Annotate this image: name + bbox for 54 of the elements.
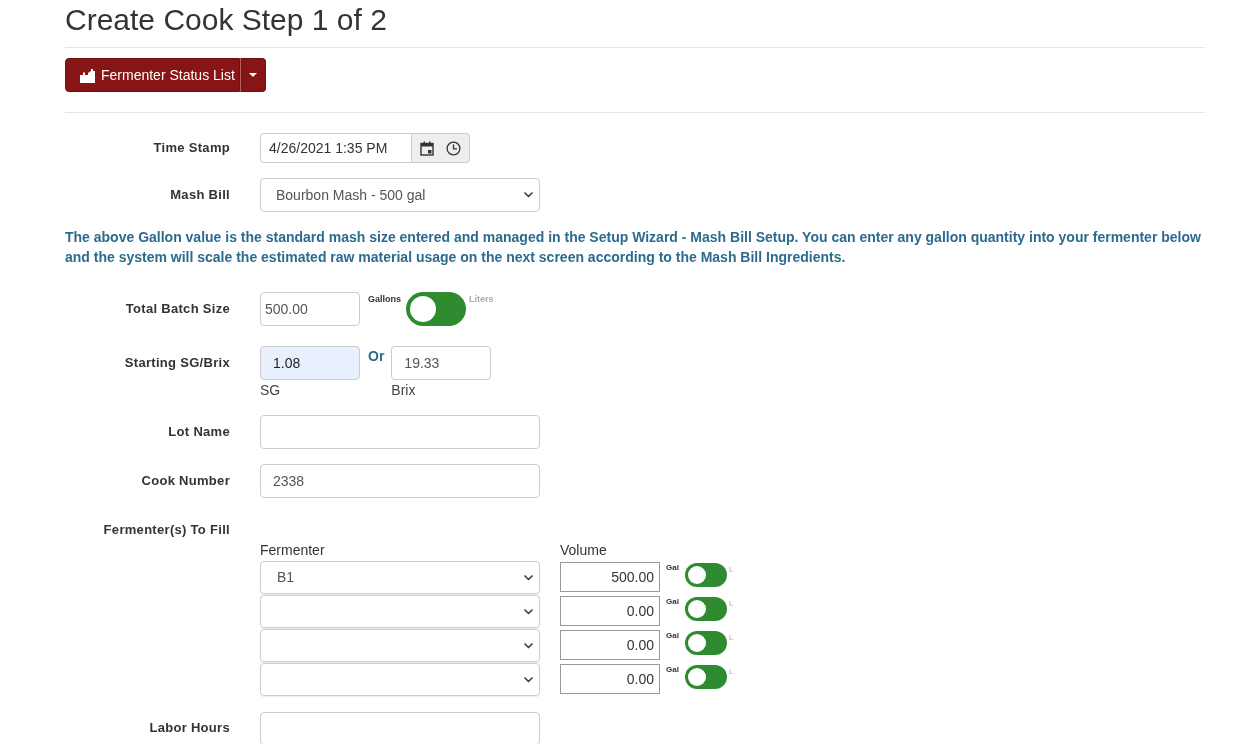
page-title: Create Cook Step 1 of 2 — [65, 2, 388, 38]
field-label: Total Batch Size — [125, 300, 230, 318]
chevron-down-icon — [524, 608, 533, 615]
field-label: Starting SG/Brix — [124, 354, 230, 372]
calendar-icon — [420, 140, 434, 156]
volume-field[interactable]: 0.00 — [560, 664, 660, 694]
field-label: Time Stamp — [153, 139, 230, 157]
info-text: The above Gallon value is the standard mash size entered and managed in the Setup Wizard - Mash Bill Setup. You can enter any gallon quantity into your fermenter below and the system will scale the estimated raw material usage on the next screen according to the Mash Bill Ingredients. — [65, 228, 1202, 267]
unit-label: Gallons — [368, 293, 401, 305]
fermenter-status-button[interactable]: Fermenter Status List — [65, 58, 240, 92]
fermenter-select[interactable]: B1 — [260, 561, 540, 594]
batch-size-field[interactable]: 500.00 — [260, 292, 360, 326]
chevron-down-icon — [524, 574, 533, 581]
dropdown-toggle-button[interactable] — [239, 58, 266, 92]
unit-label: Gal — [666, 563, 679, 573]
column-header: Fermenter — [260, 542, 326, 558]
chevron-down-icon — [524, 192, 533, 198]
labor-hours-field[interactable] — [260, 711, 540, 744]
field-label: Cook Number — [141, 472, 230, 490]
clock-icon — [446, 140, 461, 156]
unit-label: Gal — [666, 631, 679, 641]
toggle-switch[interactable] — [684, 597, 727, 621]
mash-bill-select[interactable]: Bourbon Mash - 500 gal — [260, 178, 540, 212]
or-label: Or — [368, 347, 385, 365]
volume-field[interactable]: 0.00 — [560, 630, 660, 660]
volume-field[interactable]: 500.00 — [560, 562, 660, 592]
brix-field[interactable]: 19.33 — [391, 346, 492, 380]
unit-label: L — [728, 599, 734, 609]
field-label: Fermenter(s) To Fill — [103, 522, 230, 538]
unit-label: Liters — [469, 293, 494, 305]
unit-label: Gal — [666, 665, 679, 675]
caret-icon — [248, 73, 257, 77]
toggle-switch[interactable] — [684, 563, 727, 587]
column-header: Volume — [560, 542, 607, 558]
field-label: Mash Bill — [170, 186, 230, 204]
chevron-down-icon — [524, 676, 533, 683]
field-label: Lot Name — [168, 423, 230, 441]
toggle-switch[interactable] — [684, 665, 727, 689]
factory-icon — [80, 67, 96, 83]
unit-label: Gal — [666, 597, 679, 607]
volume-field[interactable]: 0.00 — [560, 596, 660, 626]
unit-label: L — [728, 565, 734, 575]
field-caption: SG — [260, 382, 282, 398]
toggle-switch[interactable] — [684, 631, 727, 655]
chevron-down-icon — [524, 642, 533, 649]
date-time-field[interactable]: 4/26/2021 1:35 PM — [260, 133, 412, 163]
cook-number-field[interactable]: 2338 — [260, 464, 540, 498]
field-caption: Brix — [391, 382, 417, 398]
lot-name-field[interactable] — [260, 415, 540, 449]
unit-label: L — [728, 633, 734, 643]
toggle-switch[interactable] — [406, 292, 466, 326]
sg-field[interactable]: 1.08 — [260, 346, 360, 380]
field-label: Labor Hours — [149, 719, 230, 737]
unit-label: L — [728, 667, 734, 677]
